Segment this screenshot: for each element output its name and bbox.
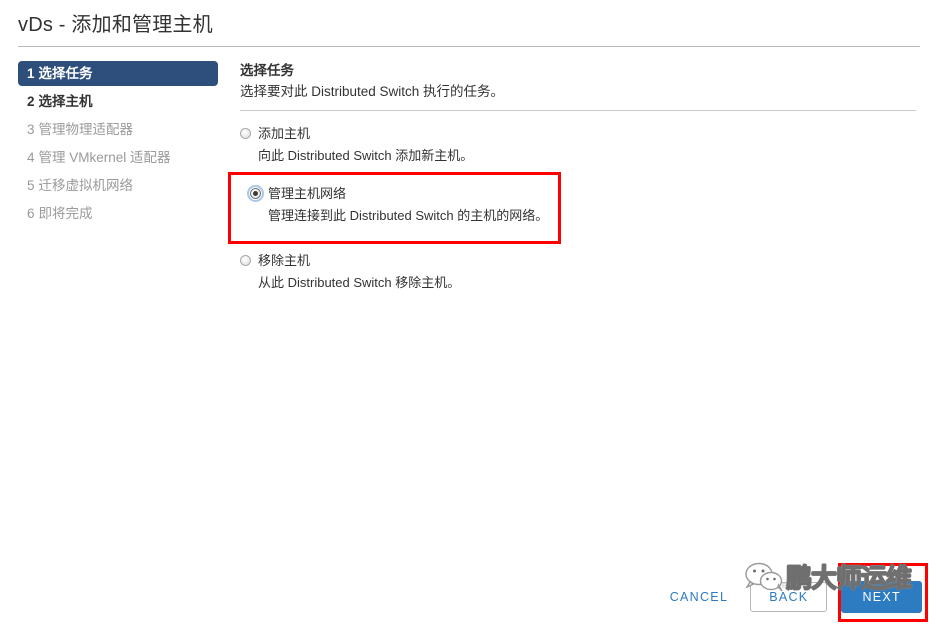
panel-heading: 选择任务	[240, 63, 294, 78]
sidebar-item-ready-to-complete[interactable]: 6 即将完成	[18, 201, 218, 226]
option-manage-host-networking-description: 管理连接到此 Distributed Switch 的主机的网络。	[268, 208, 549, 223]
step-number: 4	[27, 150, 35, 165]
option-remove-hosts-label: 移除主机	[258, 253, 311, 268]
option-add-hosts-description: 向此 Distributed Switch 添加新主机。	[258, 148, 474, 163]
sidebar-item-select-hosts[interactable]: 2 选择主机	[18, 89, 218, 114]
option-remove-hosts-description: 从此 Distributed Switch 移除主机。	[258, 275, 461, 290]
option-manage-host-networking[interactable]: 管理主机网络 管理连接到此 Distributed Switch 的主机的网络。	[240, 176, 920, 237]
panel-divider	[240, 110, 916, 111]
step-number: 5	[27, 178, 35, 193]
step-number: 6	[27, 206, 35, 221]
step-label: 选择主机	[38, 94, 93, 109]
option-manage-host-networking-row[interactable]: 管理主机网络	[247, 185, 920, 202]
panel-subheading: 选择要对此 Distributed Switch 执行的任务。	[240, 84, 505, 99]
option-remove-hosts-row[interactable]: 移除主机	[240, 252, 920, 269]
wizard-steps-sidebar: 1 选择任务 2 选择主机 3 管理物理适配器 4 管理 VMkernel 适配器 5迁…	[18, 61, 218, 229]
option-add-hosts-row[interactable]: 添加主机	[240, 125, 920, 142]
step-number: 1	[27, 66, 35, 81]
add-and-manage-hosts-wizard: vDs - 添加和管理主机 1 选择任务 2 选择主机 3 管理物理适配器 4 管理 V…	[0, 0, 938, 627]
back-button[interactable]: BACK	[750, 582, 828, 612]
option-remove-hosts[interactable]: 移除主机 从此 Distributed Switch 移除主机。	[240, 250, 920, 292]
sidebar-item-manage-vmkernel-adapters[interactable]: 4 管理 VMkernel 适配器	[18, 145, 218, 170]
radio-manage-host-networking-icon[interactable]	[247, 185, 264, 202]
step-label: 迁移虚拟机网络	[38, 178, 134, 193]
step-label: 管理物理适配器	[38, 122, 134, 137]
sidebar-item-manage-physical-adapters[interactable]: 3 管理物理适配器	[18, 117, 218, 142]
radio-add-hosts-icon[interactable]	[240, 128, 251, 139]
step-number: 2	[27, 94, 35, 109]
wizard-main-panel: 选择任务 选择要对此 Distributed Switch 执行的任务。 添加主…	[218, 61, 920, 292]
step-label: 管理 VMkernel 适配器	[38, 150, 171, 165]
wizard-title-bar: vDs - 添加和管理主机	[0, 0, 938, 38]
step-label: 即将完成	[38, 206, 93, 221]
option-manage-host-networking-label: 管理主机网络	[268, 186, 347, 201]
option-add-hosts[interactable]: 添加主机 向此 Distributed Switch 添加新主机。	[240, 123, 920, 165]
wizard-footer: CANCEL BACK NEXT	[662, 581, 922, 613]
sidebar-item-select-task[interactable]: 1 选择任务	[18, 61, 218, 86]
next-button[interactable]: NEXT	[841, 581, 922, 613]
wizard-body: 1 选择任务 2 选择主机 3 管理物理适配器 4 管理 VMkernel 适配器 5迁…	[0, 47, 938, 627]
step-label: 选择任务	[38, 66, 93, 81]
cancel-button[interactable]: CANCEL	[662, 584, 737, 610]
page-title: vDs - 添加和管理主机	[18, 14, 213, 36]
sidebar-item-migrate-vm-networking[interactable]: 5 迁移虚拟机网络	[18, 173, 218, 198]
step-number: 3	[27, 122, 35, 137]
task-radio-group: 添加主机 向此 Distributed Switch 添加新主机。 管理主机网络…	[240, 123, 920, 292]
radio-remove-hosts-icon[interactable]	[240, 255, 251, 266]
option-add-hosts-label: 添加主机	[258, 126, 311, 141]
